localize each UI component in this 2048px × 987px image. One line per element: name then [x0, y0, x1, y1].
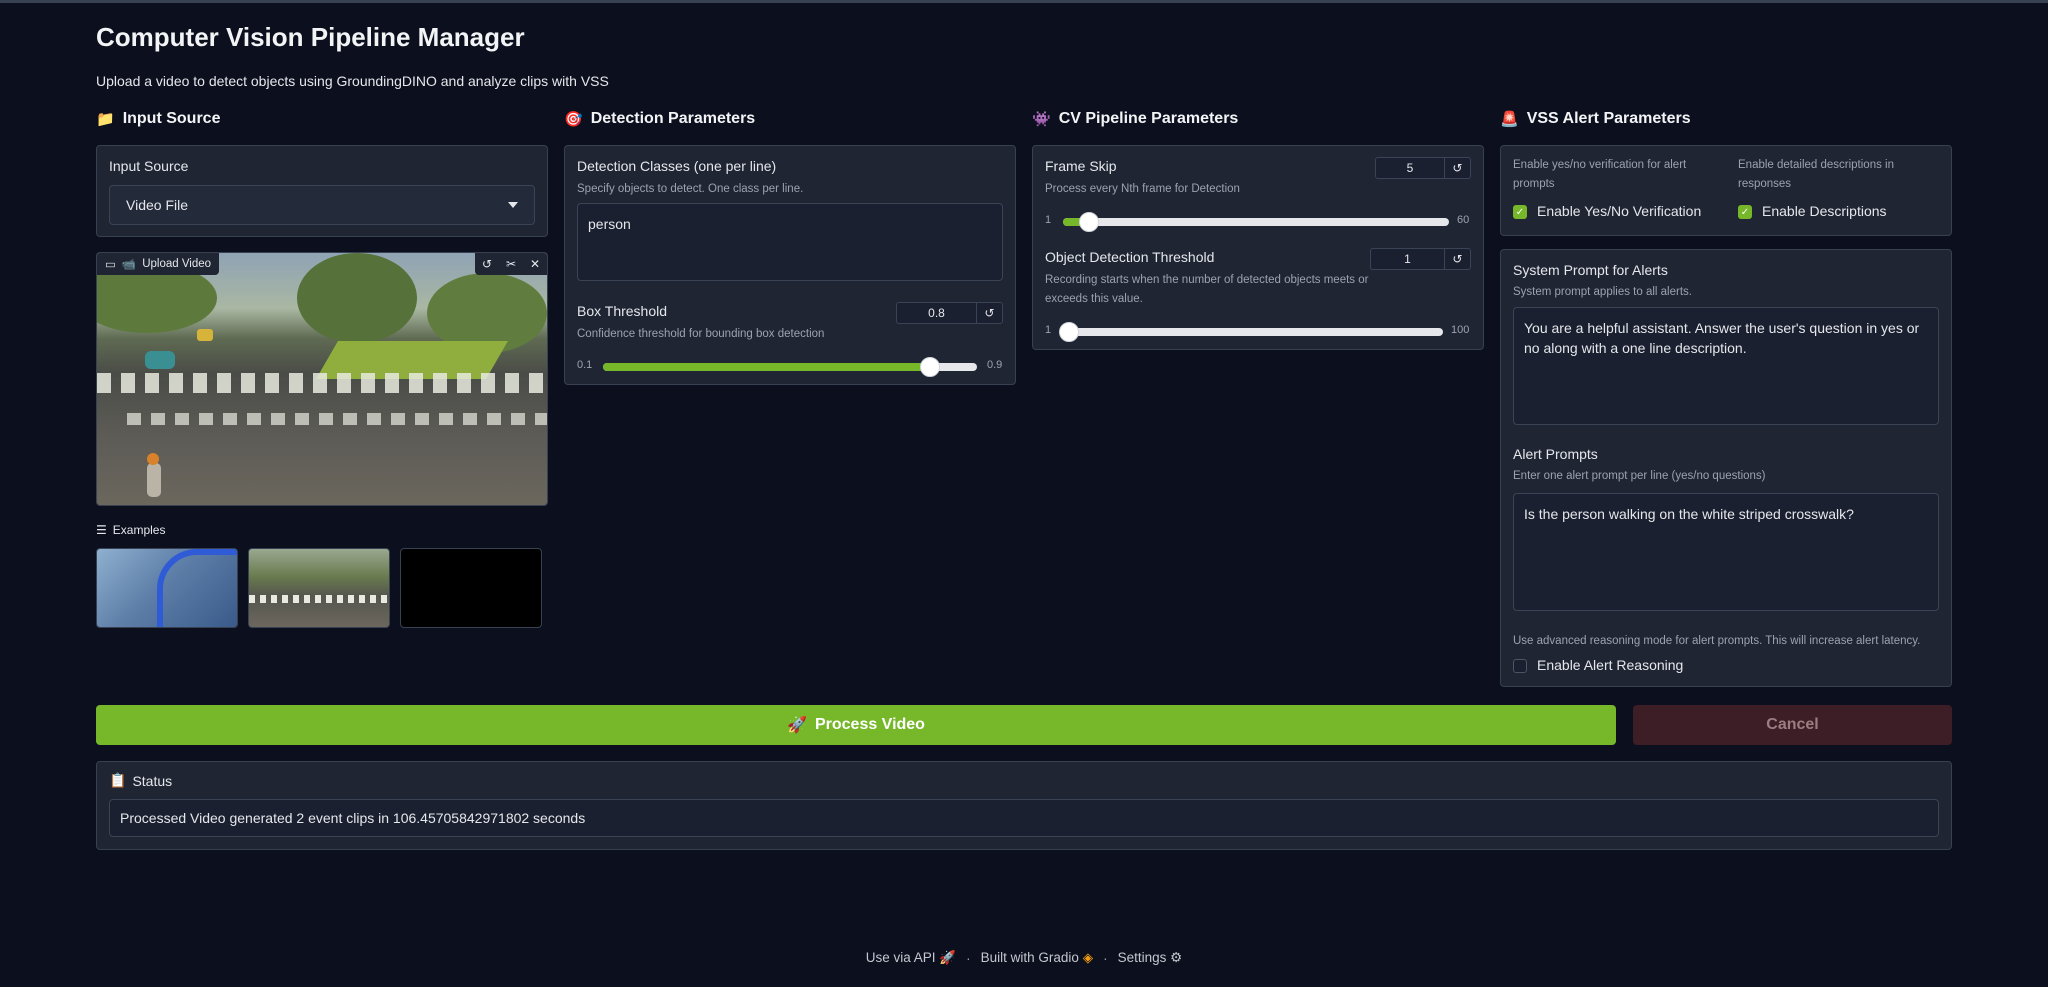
frame-skip-max: 60: [1457, 214, 1470, 226]
input-source-dropdown[interactable]: Video File: [109, 185, 535, 225]
video-scene-car: [145, 351, 175, 369]
camera-icon: 📹: [121, 259, 137, 271]
video-scene-trees: [297, 253, 417, 343]
slider-thumb[interactable]: [920, 357, 941, 377]
object-detection-threshold-label: Object Detection Threshold: [1045, 249, 1215, 265]
alien-monster-icon: 👾: [1032, 111, 1051, 128]
box-threshold-max: 0.9: [987, 359, 1003, 371]
yesno-label[interactable]: Enable Yes/No Verification: [1537, 203, 1701, 219]
descriptions-checkbox[interactable]: ✓: [1738, 205, 1752, 219]
system-prompt-input[interactable]: You are a helpful assistant. Answer the …: [1513, 307, 1939, 425]
frame-skip-info: Process every Nth frame for Detection: [1045, 183, 1240, 195]
input-source-heading: 📁 Input Source: [96, 110, 221, 128]
detection-classes-input[interactable]: person: [577, 203, 1003, 281]
detection-classes-label: Detection Classes (one per line): [577, 158, 777, 174]
reset-icon[interactable]: ↺: [1444, 249, 1470, 269]
frame-skip-number[interactable]: 5 ↺: [1375, 157, 1471, 179]
thumbnail-track: [157, 549, 237, 627]
chevron-down-icon: [508, 202, 518, 208]
examples-label: ☰ Examples: [96, 523, 166, 537]
alert-prompts-input[interactable]: Is the person walking on the white strip…: [1513, 493, 1939, 611]
use-via-api-link[interactable]: Use via API 🚀: [866, 950, 956, 966]
scissors-icon[interactable]: ✂: [499, 253, 523, 275]
box-threshold-label: Box Threshold: [577, 303, 668, 319]
gradio-logo-icon: ◈: [1082, 950, 1094, 965]
siren-icon: 🚨: [1500, 111, 1519, 128]
list-icon: ☰: [96, 523, 107, 537]
frame-skip-label: Frame Skip: [1045, 158, 1117, 174]
frame-skip-slider[interactable]: [1063, 212, 1449, 232]
reset-icon[interactable]: ↺: [976, 303, 1002, 323]
folder-icon: 📁: [96, 111, 115, 128]
box-threshold-number[interactable]: 0.8 ↺: [896, 302, 1003, 324]
built-with-gradio-link[interactable]: Built with Gradio ◈: [981, 950, 1093, 966]
status-output: Processed Video generated 2 event clips …: [109, 799, 1939, 837]
object-detection-threshold-max: 100: [1451, 324, 1470, 336]
example-thumbnail-1[interactable]: [96, 548, 238, 628]
video-scene-car: [197, 329, 213, 341]
reasoning-label[interactable]: Enable Alert Reasoning: [1537, 657, 1683, 673]
detection-classes-info: Specify objects to detect. One class per…: [577, 183, 804, 195]
object-detection-threshold-number[interactable]: 1 ↺: [1370, 248, 1471, 270]
frame-skip-min: 1: [1045, 214, 1052, 226]
cv-pipeline-heading: 👾 CV Pipeline Parameters: [1032, 110, 1239, 128]
upload-video-tag: ▭ 📹 Upload Video: [97, 253, 220, 275]
settings-link[interactable]: Settings ⚙: [1118, 950, 1183, 966]
object-detection-threshold-info: Recording starts when the number of dete…: [1045, 274, 1369, 305]
rocket-icon: 🚀: [939, 950, 957, 965]
cancel-button[interactable]: Cancel: [1633, 705, 1952, 745]
thumbnail-crosswalk: [249, 595, 389, 603]
input-source-panel: Input Source Video File: [96, 145, 548, 237]
descriptions-label[interactable]: Enable Descriptions: [1762, 203, 1887, 219]
input-source-label: Input Source: [109, 158, 189, 174]
reset-icon[interactable]: ↺: [1444, 158, 1470, 178]
top-border: [0, 0, 2048, 3]
slider-thumb[interactable]: [1059, 322, 1079, 342]
slider-fill: [603, 363, 931, 371]
gear-icon: ⚙: [1170, 950, 1183, 965]
footer-separator: ·: [1103, 950, 1108, 966]
object-detection-threshold-min: 1: [1045, 324, 1052, 336]
reasoning-checkbox[interactable]: [1513, 659, 1527, 673]
video-scene-crosswalk: [97, 373, 547, 393]
video-camera-icon: ▭: [105, 259, 116, 271]
video-toolbar: ↺ ✂ ✕: [475, 253, 547, 275]
box-threshold-info: Confidence threshold for bounding box de…: [577, 328, 825, 340]
box-threshold-min: 0.1: [577, 359, 593, 371]
footer: Use via API 🚀 · Built with Gradio ◈ · Se…: [0, 950, 2048, 966]
clipboard-icon: 📋: [109, 772, 127, 788]
status-label: 📋 Status: [109, 772, 173, 789]
detection-heading: 🎯 Detection Parameters: [564, 110, 756, 128]
vss-toggles-panel: Enable yes/no verification for alert pro…: [1500, 145, 1952, 236]
cv-pipeline-panel: Frame Skip Process every Nth frame for D…: [1032, 145, 1484, 350]
page-subtitle: Upload a video to detect objects using G…: [96, 73, 609, 89]
vss-prompts-panel: System Prompt for Alerts System prompt a…: [1500, 249, 1952, 687]
detection-panel: Detection Classes (one per line) Specify…: [564, 145, 1016, 385]
video-scene-person-head: [147, 453, 159, 465]
system-prompt-label: System Prompt for Alerts: [1513, 262, 1668, 278]
rocket-icon: 🚀: [787, 717, 807, 734]
close-icon[interactable]: ✕: [523, 253, 547, 275]
slider-thumb[interactable]: [1079, 212, 1100, 232]
video-scene-crosswalk: [127, 413, 547, 425]
system-prompt-info: System prompt applies to all alerts.: [1513, 286, 1692, 298]
footer-separator: ·: [966, 950, 971, 966]
process-video-button[interactable]: 🚀 Process Video: [96, 705, 1616, 745]
video-scene-person: [147, 463, 161, 497]
box-threshold-slider[interactable]: [603, 357, 977, 377]
target-icon: 🎯: [564, 111, 583, 128]
undo-icon[interactable]: ↺: [475, 253, 499, 275]
yesno-info: Enable yes/no verification for alert pro…: [1513, 159, 1687, 190]
reasoning-info: Use advanced reasoning mode for alert pr…: [1513, 635, 1921, 647]
object-detection-threshold-slider[interactable]: [1059, 322, 1443, 342]
page-title: Computer Vision Pipeline Manager: [96, 22, 525, 52]
video-player[interactable]: ▭ 📹 Upload Video ↺ ✂ ✕: [96, 252, 548, 506]
example-thumbnail-3[interactable]: [400, 548, 542, 628]
vss-heading: 🚨 VSS Alert Parameters: [1500, 110, 1691, 128]
yesno-checkbox[interactable]: ✓: [1513, 205, 1527, 219]
alert-prompts-label: Alert Prompts: [1513, 446, 1598, 462]
alert-prompts-info: Enter one alert prompt per line (yes/no …: [1513, 470, 1766, 482]
example-thumbnail-2[interactable]: [248, 548, 390, 628]
descriptions-info: Enable detailed descriptions in response…: [1738, 159, 1894, 190]
